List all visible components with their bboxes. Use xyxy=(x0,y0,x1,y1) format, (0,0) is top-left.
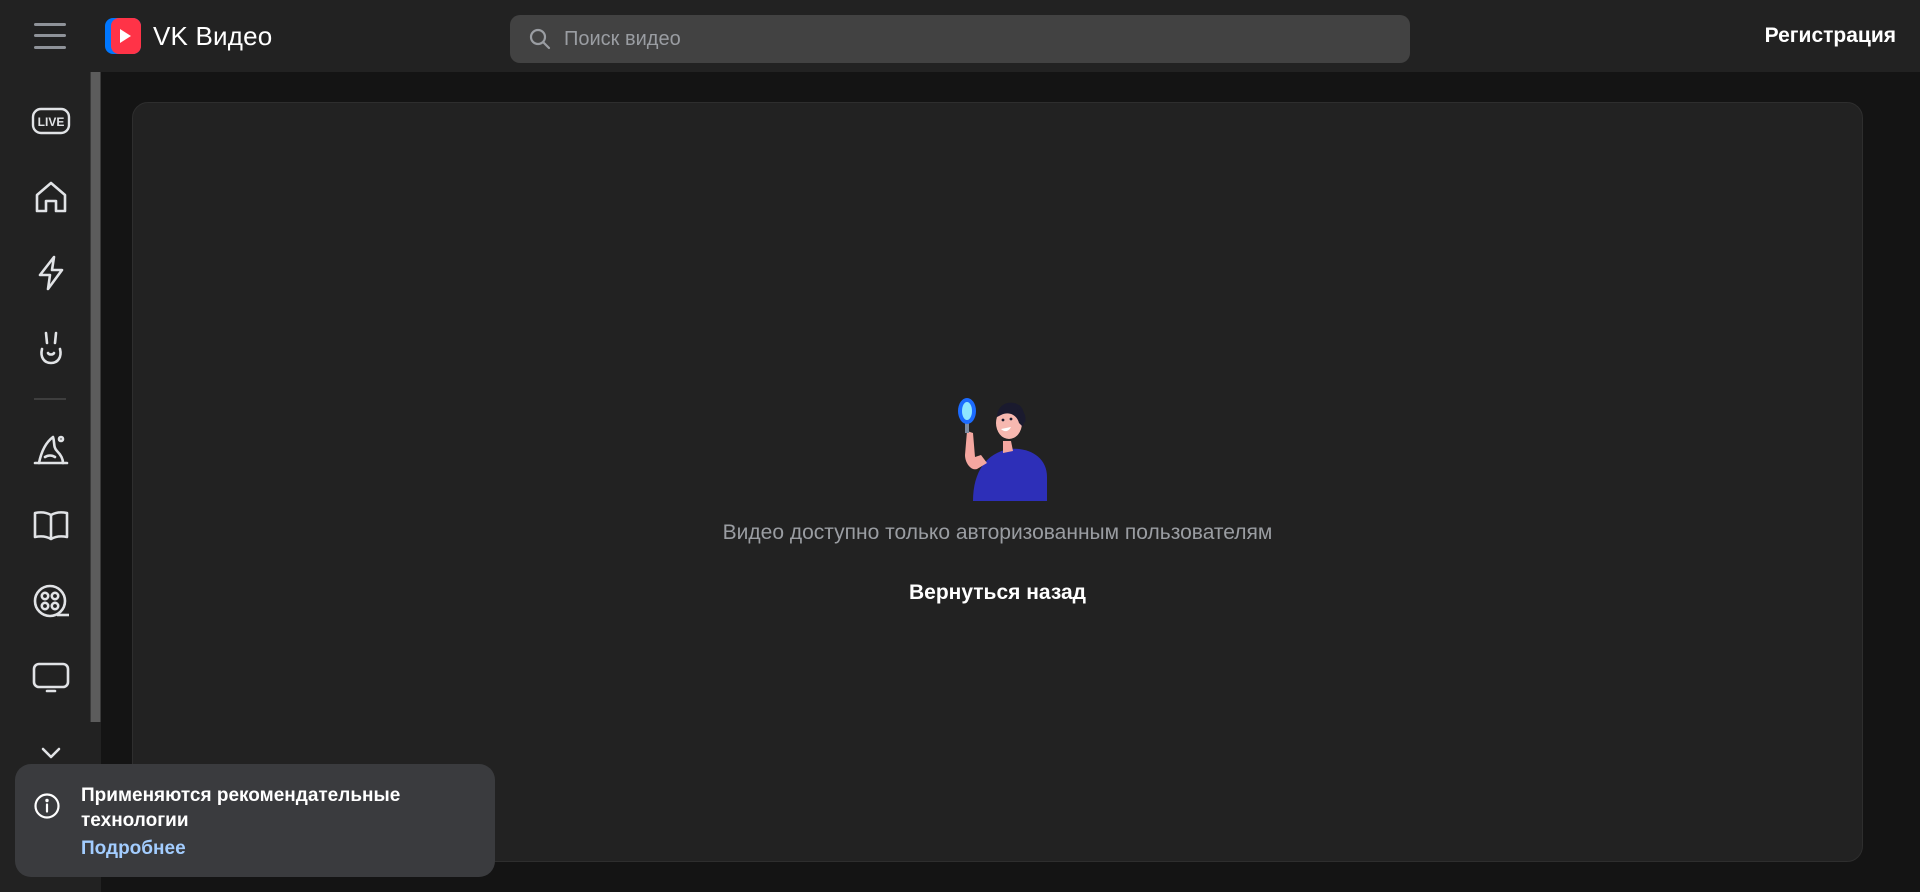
top-header: VK Видео Регистрация xyxy=(0,0,1920,72)
info-icon xyxy=(34,793,60,819)
kids-bunny-icon xyxy=(40,331,62,365)
go-back-button[interactable]: Вернуться назад xyxy=(909,581,1086,605)
book-icon xyxy=(33,511,69,541)
lightning-icon xyxy=(38,255,64,291)
search-input[interactable] xyxy=(564,15,1410,63)
sidebar-item-live[interactable]: LIVE xyxy=(28,98,74,144)
register-button[interactable]: Регистрация xyxy=(1765,24,1896,48)
sidebar-item-education[interactable] xyxy=(28,502,74,548)
empty-state: Видео доступно только авторизованным пол… xyxy=(133,397,1862,605)
brand-name: VK Видео xyxy=(153,20,273,51)
sidebar-item-home[interactable] xyxy=(28,174,74,220)
wizard-hat-icon xyxy=(33,435,69,465)
home-icon xyxy=(35,181,67,213)
recommendation-notice: Применяются рекомендательные технологии … xyxy=(15,764,495,877)
search-icon xyxy=(529,28,551,50)
search-bar[interactable] xyxy=(510,15,1410,63)
vk-video-logo[interactable]: VK Видео xyxy=(105,17,272,55)
menu-icon[interactable] xyxy=(34,22,66,50)
tv-icon xyxy=(32,662,70,693)
sidebar-item-fantasy[interactable] xyxy=(28,426,74,472)
svg-text:LIVE: LIVE xyxy=(38,115,65,129)
sidebar-scrollbar[interactable] xyxy=(90,72,101,722)
notice-title: Применяются рекомендательные технологии xyxy=(81,785,401,831)
sidebar-item-tv[interactable] xyxy=(28,654,74,700)
sidebar-item-films[interactable] xyxy=(28,578,74,624)
sidebar-scrollbar-thumb[interactable] xyxy=(91,72,100,722)
vk-video-logo-icon xyxy=(105,18,141,54)
sidebar-item-shorts[interactable] xyxy=(28,250,74,296)
notice-more-link[interactable]: Подробнее xyxy=(81,838,186,860)
auth-required-message: Видео доступно только авторизованным пол… xyxy=(722,521,1273,544)
sidebar-item-kids[interactable] xyxy=(28,326,74,372)
live-icon: LIVE xyxy=(31,107,71,135)
person-with-magnifier-illustration xyxy=(957,398,1047,501)
content-panel: Видео доступно только авторизованным пол… xyxy=(132,102,1863,862)
film-reel-icon xyxy=(33,584,69,618)
sidebar-divider xyxy=(34,398,66,400)
